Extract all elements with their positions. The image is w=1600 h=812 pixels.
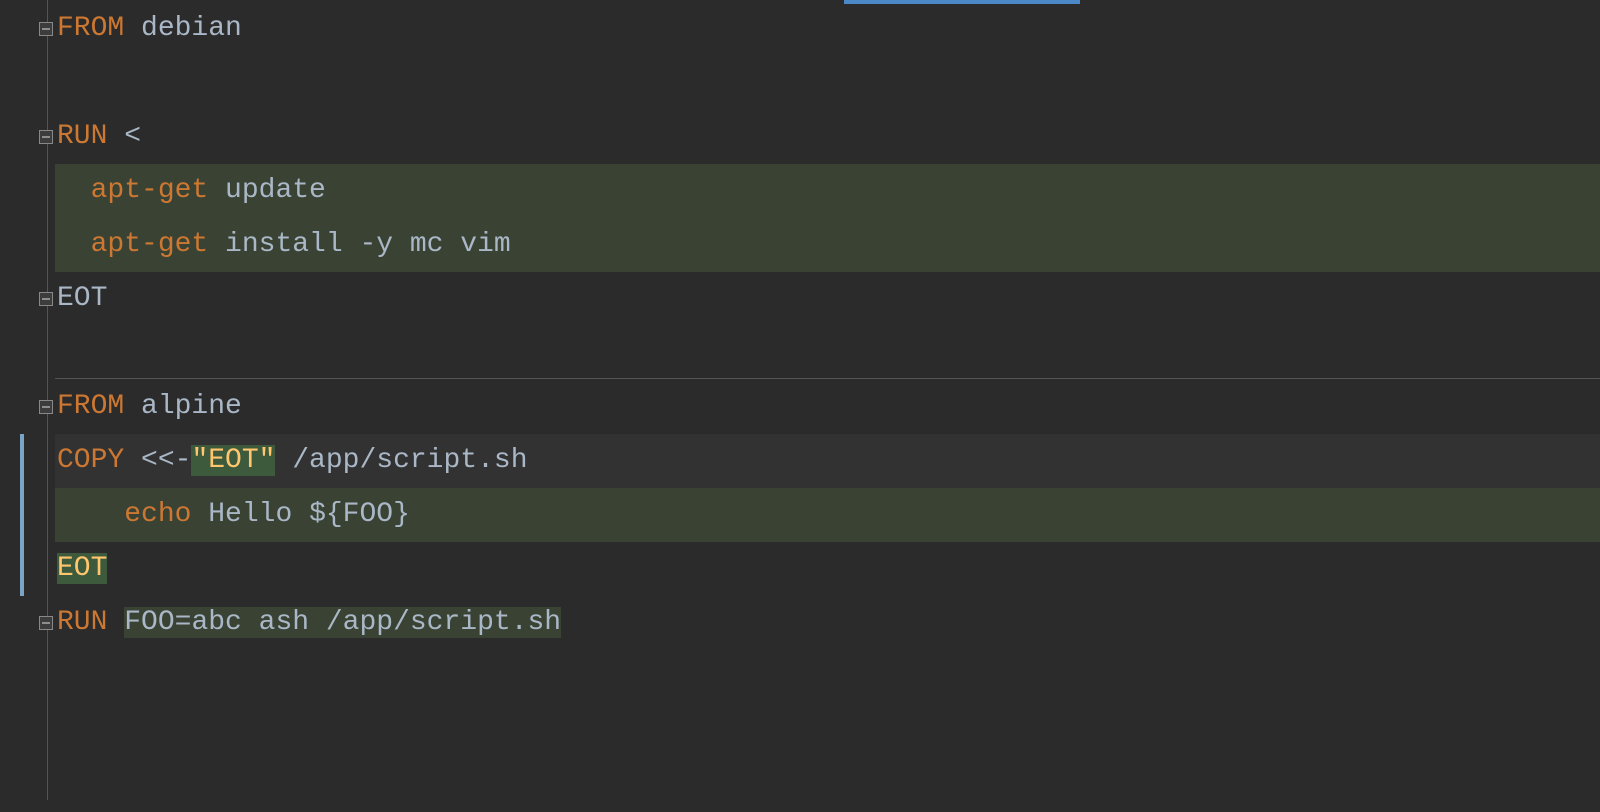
code-area[interactable]: FROM debian RUN < apt-get update apt-get … [55,0,1600,800]
code-line[interactable]: FROM debian [55,2,1600,56]
stage-separator [55,378,1600,379]
code-editor[interactable]: FROM debian RUN < apt-get update apt-get … [0,0,1600,800]
vcs-change-marker [20,434,24,596]
code-line[interactable]: EOT [55,542,1600,596]
code-line[interactable]: echo Hello ${FOO} [55,488,1600,542]
code-line[interactable]: COPY <<-"EOT" /app/script.sh [55,434,1600,488]
fold-open-icon[interactable] [39,22,53,36]
fold-open-icon[interactable] [39,400,53,414]
fold-open-icon[interactable] [39,130,53,144]
code-line[interactable] [55,56,1600,110]
fold-close-icon[interactable] [39,292,53,306]
code-line[interactable]: RUN < [55,110,1600,164]
code-line[interactable]: apt-get install -y mc vim [55,218,1600,272]
fold-close-icon[interactable] [39,616,53,630]
gutter [0,0,55,800]
code-line[interactable]: RUN FOO=abc ash /app/script.sh [55,596,1600,650]
code-line[interactable]: FROM alpine [55,380,1600,434]
code-line[interactable] [55,758,1600,812]
code-line[interactable]: EOT [55,272,1600,326]
code-line[interactable] [55,326,1600,380]
code-line[interactable] [55,704,1600,758]
code-line[interactable]: apt-get update [55,164,1600,218]
active-tab-indicator [844,0,1080,4]
code-line[interactable] [55,650,1600,704]
